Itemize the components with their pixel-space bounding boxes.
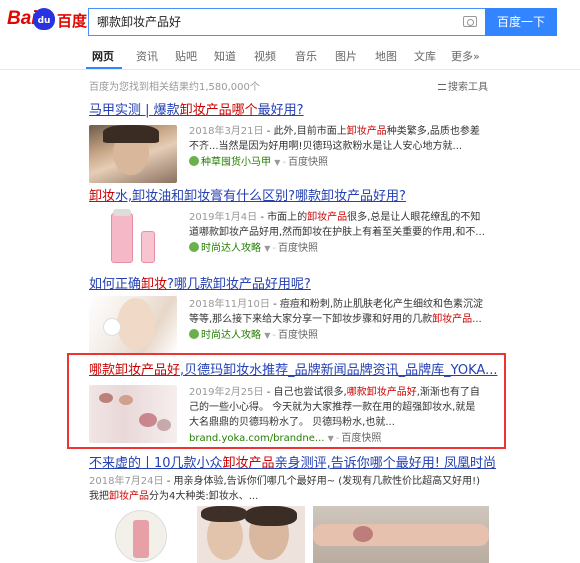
- result-title[interactable]: 如何正确卸妆?哪几款卸妆产品好用呢?: [89, 276, 499, 294]
- result-abstract: 2019年1月4日 - 市面上的卸妆产品很多,总是让人眼花缭乱的不知道哪款卸妆产…: [189, 212, 485, 238]
- tab-video[interactable]: 视频: [254, 48, 276, 64]
- paw-icon: du: [33, 8, 55, 30]
- search-tools-label: 搜索工具: [448, 82, 488, 93]
- tab-tieba[interactable]: 贴吧: [175, 48, 197, 64]
- tab-wenku[interactable]: 文库: [414, 48, 436, 64]
- search-result: 不来虚的丨10几款小众卸妆产品亲身测评,告诉你哪个最好用! 凤凰时尚 2018年…: [89, 455, 499, 504]
- result-image[interactable]: [197, 506, 305, 563]
- result-thumbnail[interactable]: [89, 385, 177, 443]
- tab-map[interactable]: 地图: [375, 48, 397, 64]
- header: Bai du 百度 哪款卸妆产品好 百度一下: [0, 0, 580, 42]
- search-box[interactable]: 哪款卸妆产品好: [88, 8, 486, 36]
- cache-link[interactable]: 百度快照: [278, 243, 318, 254]
- source-avatar-icon: [189, 156, 199, 166]
- search-tabs: 网页 资讯 贴吧 知道 视频 音乐 图片 地图 文库 更多»: [0, 42, 580, 70]
- active-tab-underline: [86, 67, 122, 69]
- result-thumbnail[interactable]: [89, 125, 177, 183]
- source-avatar-icon: [189, 242, 199, 252]
- source-name[interactable]: 时尚达人攻略: [201, 243, 261, 254]
- result-source: 种草囤货小马甲 ▼ - 百度快照: [189, 156, 485, 170]
- result-image[interactable]: [313, 506, 489, 563]
- tab-more[interactable]: 更多»: [451, 48, 480, 64]
- tab-images[interactable]: 图片: [335, 48, 357, 64]
- cache-link[interactable]: 百度快照: [341, 433, 381, 444]
- tab-web[interactable]: 网页: [92, 48, 114, 64]
- dropdown-icon[interactable]: ▼: [328, 434, 334, 443]
- result-title[interactable]: 不来虚的丨10几款小众卸妆产品亲身测评,告诉你哪个最好用! 凤凰时尚: [89, 455, 499, 473]
- result-body: 2019年2月25日 - 自己也尝试很多,哪款卸妆产品好,渐渐也有了自己的一些小…: [189, 385, 485, 446]
- dropdown-icon[interactable]: ▼: [264, 244, 270, 253]
- result-thumbnail[interactable]: [89, 296, 177, 354]
- tab-zhidao[interactable]: 知道: [214, 48, 236, 64]
- camera-icon[interactable]: [463, 16, 477, 27]
- cache-link[interactable]: 百度快照: [288, 157, 328, 168]
- tab-news[interactable]: 资讯: [136, 48, 158, 64]
- result-title[interactable]: 马甲实测 | 爆款卸妆产品哪个最好用?: [89, 102, 499, 120]
- search-tools[interactable]: 搜索工具: [438, 78, 488, 93]
- result-body: 2018年3月21日 - 此外,目前市面上卸妆产品种类繁多,品质也参差不齐...…: [189, 124, 485, 170]
- result-body: 2018年11月10日 - 痘痘和粉刺,防止肌肤老化产生细纹和色素沉淀等等,那么…: [189, 297, 485, 343]
- search-result: 哪款卸妆产品好,贝德玛卸妆水推荐_品牌新闻品牌资讯_品牌库_YOKA...: [89, 362, 499, 380]
- result-abstract: 2018年3月21日 - 此外,目前市面上卸妆产品种类繁多,品质也参差不齐...…: [189, 126, 480, 152]
- cache-link[interactable]: 百度快照: [278, 330, 318, 341]
- result-thumbnail[interactable]: [89, 209, 177, 267]
- tab-music[interactable]: 音乐: [295, 48, 317, 64]
- search-input[interactable]: 哪款卸妆产品好: [97, 9, 457, 35]
- search-result: 卸妆水,卸妆油和卸妆膏有什么区别?哪款卸妆产品好用?: [89, 188, 499, 206]
- result-body: 2019年1月4日 - 市面上的卸妆产品很多,总是让人眼花缭乱的不知道哪款卸妆产…: [189, 210, 485, 256]
- source-name[interactable]: 种草囤货小马甲: [201, 157, 271, 168]
- search-button[interactable]: 百度一下: [485, 8, 557, 36]
- source-name[interactable]: 时尚达人攻略: [201, 330, 261, 341]
- search-result: 如何正确卸妆?哪几款卸妆产品好用呢?: [89, 276, 499, 294]
- result-source: 时尚达人攻略 ▼ - 百度快照: [189, 329, 485, 343]
- dropdown-icon[interactable]: ▼: [264, 331, 270, 340]
- logo-text-cn: 百度: [57, 12, 88, 30]
- result-source: brand.yoka.com/brandne... ▼ - 百度快照: [189, 433, 382, 444]
- result-image[interactable]: [111, 506, 189, 563]
- result-title[interactable]: 卸妆水,卸妆油和卸妆膏有什么区别?哪款卸妆产品好用?: [89, 188, 499, 206]
- search-result: 马甲实测 | 爆款卸妆产品哪个最好用?: [89, 102, 499, 120]
- result-abstract: 2018年11月10日 - 痘痘和粉刺,防止肌肤老化产生细纹和色素沉淀等等,那么…: [189, 299, 484, 325]
- result-abstract: 2019年2月25日 - 自己也尝试很多,哪款卸妆产品好,渐渐也有了自己的一些小…: [189, 387, 480, 428]
- result-abstract: 2018年7月24日 - 用亲身体验,告诉你们哪几个最好用~ (发现有几款性价比…: [89, 476, 481, 502]
- source-url[interactable]: brand.yoka.com/brandne...: [189, 433, 324, 444]
- result-count: 百度为您找到相关结果约1,580,000个: [89, 82, 260, 93]
- dropdown-icon[interactable]: ▼: [274, 158, 280, 167]
- baidu-logo[interactable]: Bai du 百度: [7, 8, 87, 34]
- filter-icon: [438, 84, 446, 90]
- result-image-strip: [89, 506, 489, 563]
- result-title[interactable]: 哪款卸妆产品好,贝德玛卸妆水推荐_品牌新闻品牌资讯_品牌库_YOKA...: [89, 362, 499, 380]
- source-avatar-icon: [189, 329, 199, 339]
- result-source: 时尚达人攻略 ▼ - 百度快照: [189, 242, 485, 256]
